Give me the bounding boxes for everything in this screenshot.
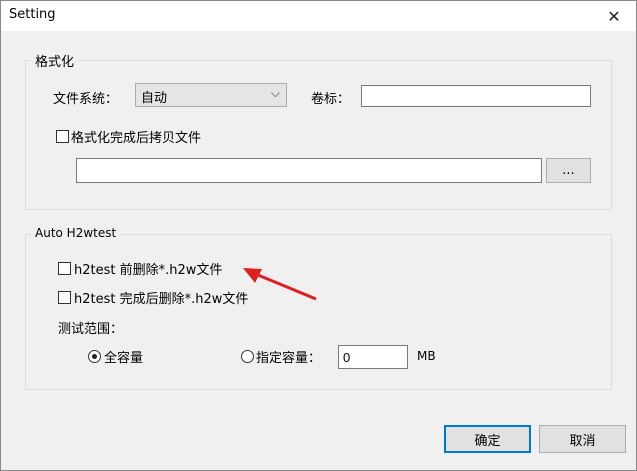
close-icon[interactable]: ✕ (592, 1, 636, 31)
setting-dialog: Setting ✕ 格式化 文件系统： 自动 ⌵ 卷标： 格式化完成后拷贝文件 … (0, 0, 637, 471)
test-range-label: 测试范围： (58, 322, 124, 337)
title-bar: Setting ✕ (1, 1, 636, 31)
cancel-button[interactable]: 取消 (539, 425, 626, 453)
capacity-unit-label: MB (417, 349, 436, 363)
full-capacity-label: 全容量 (104, 351, 144, 366)
annotation-arrow (243, 268, 317, 301)
delete-after-label: h2test 完成后删除*.h2w文件 (74, 292, 249, 307)
chevron-down-icon: ⌵ (270, 86, 280, 100)
volume-input[interactable] (361, 85, 591, 107)
filesystem-label: 文件系统： (53, 92, 119, 107)
ok-button[interactable]: 确定 (444, 425, 531, 453)
delete-after-checkbox[interactable] (58, 291, 71, 304)
custom-capacity-radio[interactable] (241, 350, 254, 363)
copy-path-input[interactable] (76, 158, 542, 183)
browse-button[interactable]: ... (546, 158, 591, 183)
copy-after-format-checkbox[interactable] (56, 130, 69, 143)
arrow-shaft (252, 271, 317, 301)
delete-before-label: h2test 前删除*.h2w文件 (74, 263, 223, 278)
auto-h2wtest-legend: Auto H2wtest (31, 226, 121, 240)
delete-before-checkbox[interactable] (58, 262, 71, 275)
volume-label: 卷标： (311, 92, 351, 107)
format-group-legend: 格式化 (31, 51, 79, 70)
filesystem-select-value: 自动 (141, 91, 168, 106)
capacity-input[interactable] (338, 345, 408, 369)
full-capacity-radio[interactable] (88, 350, 101, 363)
window-title: Setting (9, 7, 56, 22)
copy-after-format-label: 格式化完成后拷贝文件 (71, 131, 202, 146)
custom-capacity-label: 指定容量： (256, 351, 322, 366)
auto-h2wtest-group (25, 234, 612, 390)
filesystem-select[interactable]: 自动 ⌵ (135, 83, 287, 107)
